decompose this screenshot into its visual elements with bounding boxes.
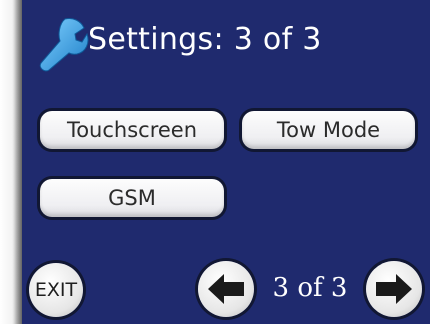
device-frame: Settings: 3 of 3 Touchscreen Tow Mode GS…	[0, 0, 430, 324]
exit-button-label: EXIT	[34, 279, 78, 301]
page-title: Settings: 3 of 3	[88, 22, 322, 57]
page-indicator: 3 of 3	[272, 273, 348, 303]
touchscreen-button[interactable]: Touchscreen	[37, 108, 227, 152]
tow-mode-button-label: Tow Mode	[242, 111, 415, 149]
arrow-left-icon	[208, 274, 244, 304]
exit-button[interactable]: EXIT	[29, 263, 83, 317]
settings-screen: Settings: 3 of 3 Touchscreen Tow Mode GS…	[22, 0, 430, 324]
tow-mode-button[interactable]: Tow Mode	[239, 108, 418, 152]
wrench-icon	[39, 18, 89, 72]
touchscreen-button-label: Touchscreen	[40, 111, 224, 149]
previous-page-button[interactable]	[198, 261, 254, 317]
arrow-right-icon	[376, 274, 412, 304]
next-page-button[interactable]	[366, 261, 422, 317]
gsm-button-label: GSM	[40, 179, 224, 217]
gsm-button[interactable]: GSM	[37, 176, 227, 220]
